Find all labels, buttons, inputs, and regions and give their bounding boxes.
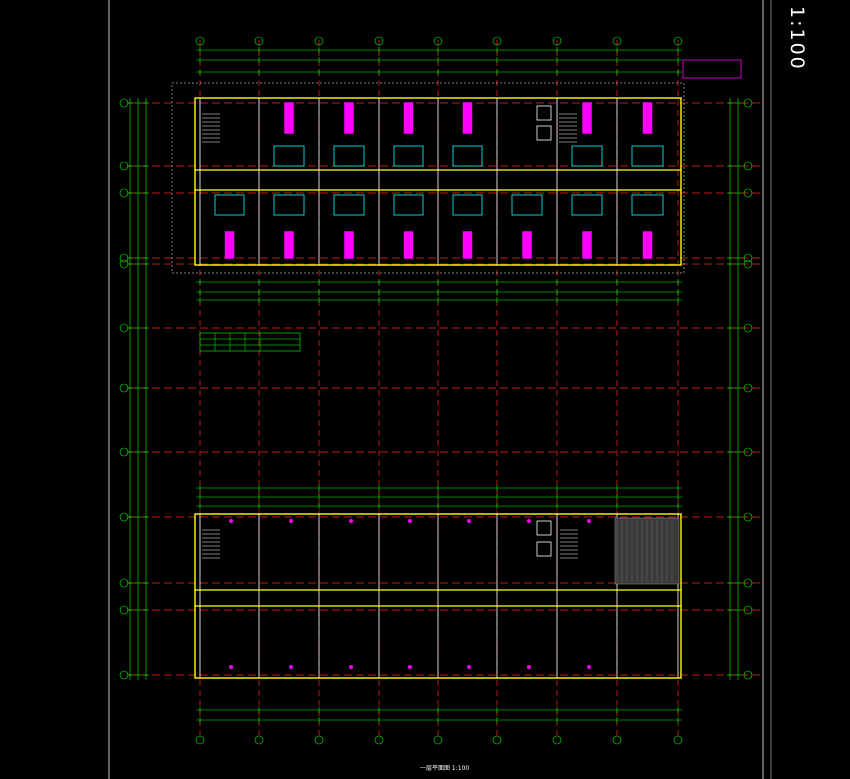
magenta-column xyxy=(462,231,473,259)
bathroom-fixture xyxy=(333,145,365,167)
magenta-marker xyxy=(527,519,531,523)
axis-bubble-icon xyxy=(119,605,129,615)
upper-floor-plan xyxy=(171,59,742,274)
magenta-marker xyxy=(229,519,233,523)
bathroom-fixture xyxy=(273,145,305,167)
axis-bubble-icon xyxy=(119,98,129,108)
axis-bubble-icon xyxy=(119,383,129,393)
scale-label: 1:100 xyxy=(786,6,808,71)
magenta-marker xyxy=(289,519,293,523)
axis-bubbles xyxy=(119,36,753,745)
cad-drawing-canvas xyxy=(108,0,772,779)
axis-bubble-icon xyxy=(119,188,129,198)
magenta-marker xyxy=(467,519,471,523)
magenta-column xyxy=(403,231,414,259)
axis-bubble-icon xyxy=(119,259,129,269)
magenta-column xyxy=(344,102,354,134)
magenta-column xyxy=(582,231,592,259)
magenta-column xyxy=(642,231,653,259)
magenta-column xyxy=(344,231,354,259)
magenta-marker xyxy=(349,519,353,523)
elevator-icon xyxy=(536,520,552,536)
axis-bubble-icon xyxy=(119,578,129,588)
magenta-column xyxy=(284,102,294,134)
magenta-column xyxy=(522,231,532,259)
magenta-marker xyxy=(229,665,233,669)
bathroom-fixture xyxy=(273,194,305,216)
magenta-marker xyxy=(587,665,591,669)
axis-bubble-icon xyxy=(119,670,129,680)
axis-bubble-icon xyxy=(119,323,129,333)
bathroom-fixture xyxy=(393,145,424,167)
bathroom-fixture xyxy=(452,145,483,167)
elevator-icon xyxy=(536,541,552,557)
plan-outline-dashed xyxy=(171,82,685,274)
magenta-marker xyxy=(408,519,412,523)
magenta-column xyxy=(642,102,653,134)
magenta-marker xyxy=(527,665,531,669)
bathroom-fixture xyxy=(631,194,664,216)
axis-bubble-icon xyxy=(119,161,129,171)
bathroom-fixture xyxy=(631,145,664,167)
axis-bubble-icon xyxy=(119,512,129,522)
grid-axis-lines xyxy=(128,40,760,740)
magenta-column xyxy=(284,231,294,259)
elevator-icon xyxy=(536,125,552,141)
magenta-marker xyxy=(587,519,591,523)
axis-bubble-icon xyxy=(119,447,129,457)
elevator-icon xyxy=(536,105,552,121)
lower-floor-plan xyxy=(194,513,682,679)
bathroom-fixture xyxy=(333,194,365,216)
legend-table xyxy=(199,332,301,352)
magenta-column xyxy=(403,102,414,134)
magenta-marker xyxy=(467,665,471,669)
bathroom-fixture xyxy=(214,194,245,216)
magenta-column xyxy=(224,231,235,259)
bathroom-fixture xyxy=(571,145,603,167)
dimension-lines xyxy=(127,47,741,723)
magenta-marker xyxy=(408,665,412,669)
bathroom-fixture xyxy=(571,194,603,216)
magenta-marker xyxy=(289,665,293,669)
magenta-marker xyxy=(349,665,353,669)
bathroom-fixture xyxy=(452,194,483,216)
sheet-title: 一层平面图 1:100 xyxy=(420,765,470,772)
bathroom-fixture xyxy=(393,194,424,216)
magenta-column xyxy=(462,102,473,134)
bathroom-fixture xyxy=(511,194,543,216)
sheet-border xyxy=(108,0,772,779)
magenta-column xyxy=(582,102,592,134)
note-box xyxy=(682,59,742,79)
